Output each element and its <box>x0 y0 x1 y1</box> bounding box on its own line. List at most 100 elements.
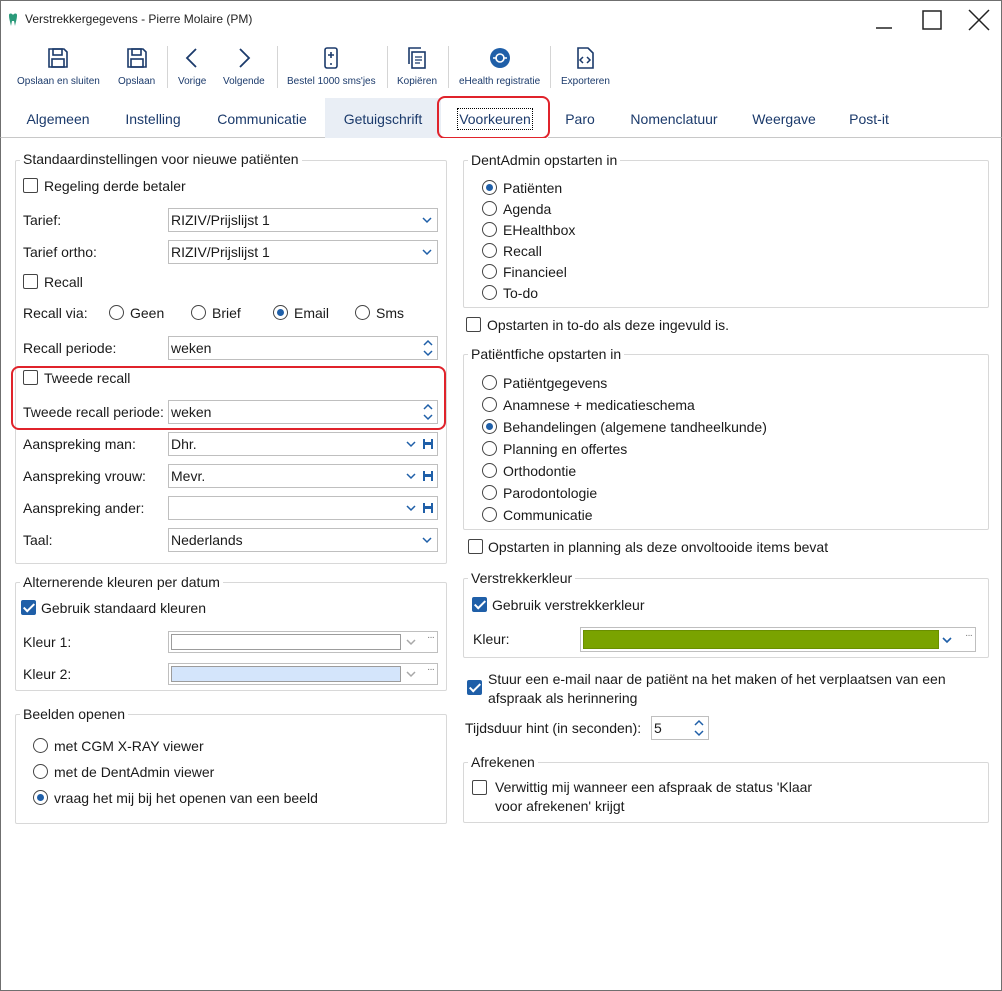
gebruik-standaard-kleuren-checkbox[interactable] <box>21 600 36 615</box>
previous-button[interactable]: Vorige <box>178 46 206 94</box>
tarief-ortho-select[interactable]: RIZIV/Prijslijst 1 <box>168 240 438 264</box>
beelden-vraag-label: vraag het mij bij het openen van een bee… <box>54 790 318 806</box>
maximize-icon <box>922 10 942 30</box>
afrekenen-checkbox[interactable] <box>472 780 487 795</box>
opstarten-title: DentAdmin opstarten in <box>468 152 621 168</box>
tab-algemeen[interactable]: Algemeen <box>13 98 103 138</box>
maximize-button[interactable] <box>909 1 955 39</box>
tab-paro[interactable]: Paro <box>553 98 607 138</box>
fiche-parodontologie-label: Parodontologie <box>503 485 598 501</box>
opstarten-patienten-radio[interactable] <box>482 180 497 195</box>
kleur1-picker[interactable]: ··· <box>168 631 438 653</box>
gebruik-standaard-kleuren-label: Gebruik standaard kleuren <box>41 600 206 616</box>
gebruik-verstrekkerkleur-checkbox[interactable] <box>472 597 487 612</box>
export-button[interactable]: Exporteren <box>561 46 610 94</box>
aanspreking-ander-select[interactable] <box>168 496 438 520</box>
gebruik-verstrekkerkleur-label: Gebruik verstrekkerkleur <box>492 597 645 613</box>
afrekenen-label-line2: voor afrekenen' krijgt <box>495 798 625 814</box>
save-icon[interactable] <box>422 470 434 482</box>
tab-weergave[interactable]: Weergave <box>741 98 827 138</box>
recall-via-email-radio[interactable] <box>273 305 288 320</box>
toolbar-separator <box>167 46 168 88</box>
chevron-left-icon <box>185 48 197 68</box>
next-button[interactable]: Volgende <box>223 46 265 94</box>
aanspreking-vrouw-select[interactable]: Mevr. <box>168 464 438 488</box>
tab-post-it[interactable]: Post-it <box>837 98 901 138</box>
opstarten-todo-radio[interactable] <box>482 285 497 300</box>
tarief-ortho-value: RIZIV/Prijslijst 1 <box>171 244 270 260</box>
email-reminder-checkbox[interactable] <box>467 680 482 695</box>
tijdsduur-spinner[interactable]: 5 <box>651 716 709 740</box>
fiche-planning-label: Planning en offertes <box>503 441 628 457</box>
recall-checkbox[interactable] <box>23 274 38 289</box>
recall-via-brief-radio[interactable] <box>191 305 206 320</box>
opstarten-todo-label: To-do <box>503 285 539 301</box>
planning-startup-checkbox[interactable] <box>468 539 483 554</box>
aanspreking-vrouw-value: Mevr. <box>171 468 206 484</box>
tarief-select[interactable]: RIZIV/Prijslijst 1 <box>168 208 438 232</box>
toolbar-separator <box>277 46 278 88</box>
fiche-planning-radio[interactable] <box>482 441 497 456</box>
fiche-communicatie-radio[interactable] <box>482 507 497 522</box>
opstarten-financieel-radio[interactable] <box>482 264 497 279</box>
beelden-dentadmin-radio[interactable] <box>33 764 48 779</box>
toolbar-separator <box>550 46 551 88</box>
toolbar-label: eHealth registratie <box>459 76 541 87</box>
order-sms-button[interactable]: Bestel 1000 sms'jes <box>287 46 376 94</box>
fiche-orthodontie-radio[interactable] <box>482 463 497 478</box>
fiche-behandelingen-radio[interactable] <box>482 419 497 434</box>
spinner-arrows-icon <box>423 339 433 357</box>
save-close-button[interactable]: Opslaan en sluiten <box>17 46 100 94</box>
verstrekkerkleur-swatch <box>583 630 939 649</box>
afrekenen-label-line1: Verwittig mij wanneer een afspraak de st… <box>495 779 813 795</box>
recall-via-geen-radio[interactable] <box>109 305 124 320</box>
tijdsduur-label: Tijdsduur hint (in seconden): <box>465 720 642 736</box>
chevron-down-icon <box>406 671 416 678</box>
toolbar-label: Opslaan en sluiten <box>17 76 100 87</box>
close-button[interactable] <box>956 1 1002 39</box>
copy-button[interactable]: Kopiëren <box>397 46 437 94</box>
derde-betaler-checkbox[interactable] <box>23 178 38 193</box>
tarief-ortho-label: Tarief ortho: <box>23 244 97 260</box>
fiche-patientgegevens-radio[interactable] <box>482 375 497 390</box>
recall-periode-spinner[interactable]: weken <box>168 336 438 360</box>
tab-communicatie[interactable]: Communicatie <box>205 98 319 138</box>
tab-highlight-box <box>437 96 550 139</box>
kleur2-picker[interactable]: ··· <box>168 663 438 685</box>
save-icon[interactable] <box>422 502 434 514</box>
save-button[interactable]: Opslaan <box>118 46 155 94</box>
aanspreking-man-select[interactable]: Dhr. <box>168 432 438 456</box>
beelden-cgm-radio[interactable] <box>33 738 48 753</box>
beelden-vraag-radio[interactable] <box>33 790 48 805</box>
opstarten-agenda-radio[interactable] <box>482 201 497 216</box>
chevron-down-icon <box>422 537 432 544</box>
minimize-button[interactable] <box>861 1 907 39</box>
ehealth-registration-button[interactable]: eHealth registratie <box>459 46 540 94</box>
opstarten-recall-radio[interactable] <box>482 243 497 258</box>
toolbar-separator <box>387 46 388 88</box>
minimize-icon <box>876 27 892 29</box>
preferences-panel: Standaardinstellingen voor nieuwe patiën… <box>0 138 1002 991</box>
tab-instelling[interactable]: Instelling <box>111 98 195 138</box>
fiche-anamnese-radio[interactable] <box>482 397 497 412</box>
planning-startup-label: Opstarten in planning als deze onvoltooi… <box>488 539 829 555</box>
verstrekkerkleur-picker[interactable]: ··· <box>580 627 976 652</box>
todo-startup-checkbox[interactable] <box>466 317 481 332</box>
tab-nomenclatuur[interactable]: Nomenclatuur <box>617 98 731 138</box>
recall-via-sms-radio[interactable] <box>355 305 370 320</box>
fiche-parodontologie-radio[interactable] <box>482 485 497 500</box>
beelden-cgm-label: met CGM X-RAY viewer <box>54 738 204 754</box>
save-icon[interactable] <box>422 438 434 450</box>
title-bar: Verstrekkergegevens - Pierre Molaire (PM… <box>0 0 1002 38</box>
taal-label: Taal: <box>23 532 53 548</box>
chevron-down-icon <box>422 249 432 256</box>
recall-periode-value: weken <box>171 340 212 356</box>
opstarten-recall-label: Recall <box>503 243 542 259</box>
taal-select[interactable]: Nederlands <box>168 528 438 552</box>
opstarten-ehealthbox-radio[interactable] <box>482 222 497 237</box>
tab-getuigschrift[interactable]: Getuigschrift <box>325 98 441 138</box>
save-icon <box>126 48 147 68</box>
fiche-patientgegevens-label: Patiëntgegevens <box>503 375 608 391</box>
chevron-down-icon <box>942 637 952 644</box>
verstrekkerkleur-kleur-label: Kleur: <box>473 631 510 647</box>
